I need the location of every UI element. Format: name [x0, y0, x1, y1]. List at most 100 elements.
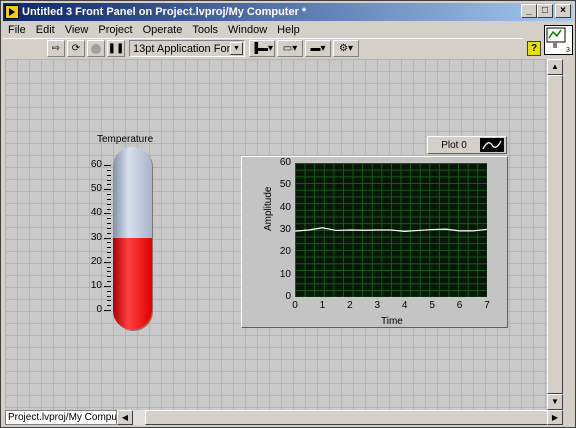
y-tick-label: 30 — [279, 224, 291, 235]
x-tick-label: 6 — [456, 300, 463, 311]
x-tick-label: 0 — [292, 300, 298, 311]
run-continuously-icon[interactable]: ⟳ — [67, 40, 85, 57]
thermometer-tick — [107, 276, 111, 278]
horizontal-scroll-thumb[interactable] — [145, 410, 558, 425]
series-line-plot-0 — [295, 227, 487, 232]
resize-objects-icon[interactable]: ▬▾ — [305, 40, 331, 57]
thermometer-tick — [104, 237, 111, 239]
thermometer-tick — [104, 189, 111, 191]
y-tick-label: 20 — [279, 246, 291, 258]
pause-icon[interactable]: ❚❚ — [107, 40, 125, 57]
thermometer-tick — [104, 310, 111, 311]
maximize-button[interactable]: □ — [537, 4, 553, 18]
legend-line-swatch — [480, 138, 504, 152]
context-help-icon[interactable]: ? — [527, 41, 541, 56]
legend-wave-icon — [482, 140, 502, 150]
menu-edit[interactable]: Edit — [31, 24, 60, 36]
x-axis-label: Time — [381, 316, 403, 327]
distribute-objects-icon[interactable]: ▭▾ — [277, 40, 303, 57]
menu-help[interactable]: Help — [272, 24, 305, 36]
window-title: Untitled 3 Front Panel on Project.lvproj… — [22, 6, 307, 18]
thermometer-tick — [107, 218, 111, 220]
thermometer-tick — [107, 242, 111, 244]
thermometer-tick — [107, 198, 111, 200]
y-tick-label: 60 — [279, 157, 291, 168]
waveform-plot-svg — [295, 227, 487, 232]
thermometer-tick — [107, 223, 111, 224]
thermometer-tick — [104, 285, 111, 287]
vertical-scroll-thumb[interactable] — [547, 75, 563, 394]
vertical-scrollbar[interactable]: ▲ ▼ — [547, 59, 563, 410]
svg-text:3: 3 — [566, 47, 570, 54]
y-tick-label: 0 — [285, 291, 291, 302]
thermometer-label: Temperature — [97, 134, 154, 145]
plot-legend[interactable]: Plot 0 — [427, 136, 507, 154]
thermometer-tick-label: 10 — [90, 279, 102, 291]
thermometer-tick — [107, 256, 111, 258]
reorder-icon[interactable]: ⚙▾ — [333, 40, 359, 57]
thermometer-tick-label: 50 — [90, 183, 102, 195]
thermometer-tick — [107, 300, 111, 302]
thermometer-tick-label: 40 — [90, 207, 102, 219]
labview-window: Untitled 3 Front Panel on Project.lvproj… — [0, 0, 576, 428]
thermometer-tick-label: 60 — [90, 159, 102, 170]
thermometer-scale: 60 50 40 30 20 10 0 — [81, 151, 111, 321]
scroll-up-icon[interactable]: ▲ — [547, 59, 563, 75]
bottom-bar: Project.lvproj/My Computer ◀ ▶ — [5, 410, 563, 425]
thermometer-tick — [107, 252, 111, 253]
y-tick-label: 40 — [279, 201, 291, 213]
x-tick-label: 1 — [319, 300, 326, 311]
menu-view[interactable]: View — [60, 24, 94, 36]
legend-plot-name: Plot 0 — [441, 139, 467, 151]
thermometer-tick — [107, 203, 111, 205]
thermometer-tick — [104, 165, 111, 166]
scroll-down-icon[interactable]: ▼ — [547, 394, 563, 410]
vi-icon[interactable]: 3 — [544, 25, 573, 55]
thermometer-tick — [107, 184, 111, 186]
run-arrow-icon[interactable]: ⇨ — [47, 40, 65, 57]
menu-bar: File Edit View Project Operate Tools Win… — [3, 22, 305, 38]
waveform-plot-area[interactable] — [295, 163, 487, 297]
font-selector[interactable]: 13pt Application Font ▼ — [129, 40, 245, 57]
align-objects-icon[interactable]: ▐▬▾ — [249, 40, 275, 57]
thermometer-tick — [107, 169, 111, 171]
y-axis-label: Amplitude — [263, 186, 274, 231]
vi-icon-graphic: 3 — [546, 27, 570, 54]
thermometer-tick — [107, 266, 111, 268]
scroll-left-icon[interactable]: ◀ — [117, 410, 133, 425]
thermometer-tick — [107, 295, 111, 297]
thermometer-tick — [107, 232, 111, 234]
menu-project[interactable]: Project — [93, 24, 137, 36]
scroll-right-icon[interactable]: ▶ — [547, 410, 563, 425]
x-tick-label: 4 — [401, 300, 408, 311]
chevron-down-icon: ▼ — [230, 42, 243, 55]
thermometer-tick-label: 20 — [90, 255, 102, 267]
y-tick-label: 10 — [279, 268, 291, 280]
thermometer-tick — [107, 179, 111, 181]
x-tick-label: 2 — [347, 300, 353, 311]
thermometer-tick — [107, 174, 111, 176]
menu-tools[interactable]: Tools — [187, 24, 223, 36]
menu-file[interactable]: File — [3, 24, 31, 36]
minimize-button[interactable]: _ — [521, 4, 537, 18]
menu-window[interactable]: Window — [223, 24, 272, 36]
thermometer-tick — [107, 305, 111, 307]
title-bar[interactable]: Untitled 3 Front Panel on Project.lvproj… — [3, 3, 573, 21]
thermometer-tick — [107, 194, 111, 195]
horizontal-scrollbar[interactable]: ◀ ▶ — [117, 410, 563, 425]
abort-icon[interactable] — [87, 40, 105, 57]
thermometer-tick — [107, 208, 111, 210]
menu-operate[interactable]: Operate — [138, 24, 188, 36]
x-tick-label: 7 — [484, 300, 490, 311]
thermometer-tick — [107, 271, 111, 273]
thermometer-tick-label: 0 — [96, 304, 102, 315]
thermometer-tick — [104, 213, 111, 215]
thermometer-tick — [107, 247, 111, 249]
thermometer-tick — [107, 290, 111, 292]
x-tick-label: 3 — [374, 300, 381, 311]
resize-grip[interactable] — [563, 410, 575, 425]
close-button[interactable]: × — [555, 4, 571, 18]
font-selector-value: 13pt Application Font — [133, 42, 236, 55]
labview-run-icon — [5, 5, 19, 19]
x-tick-label: 5 — [429, 300, 435, 311]
